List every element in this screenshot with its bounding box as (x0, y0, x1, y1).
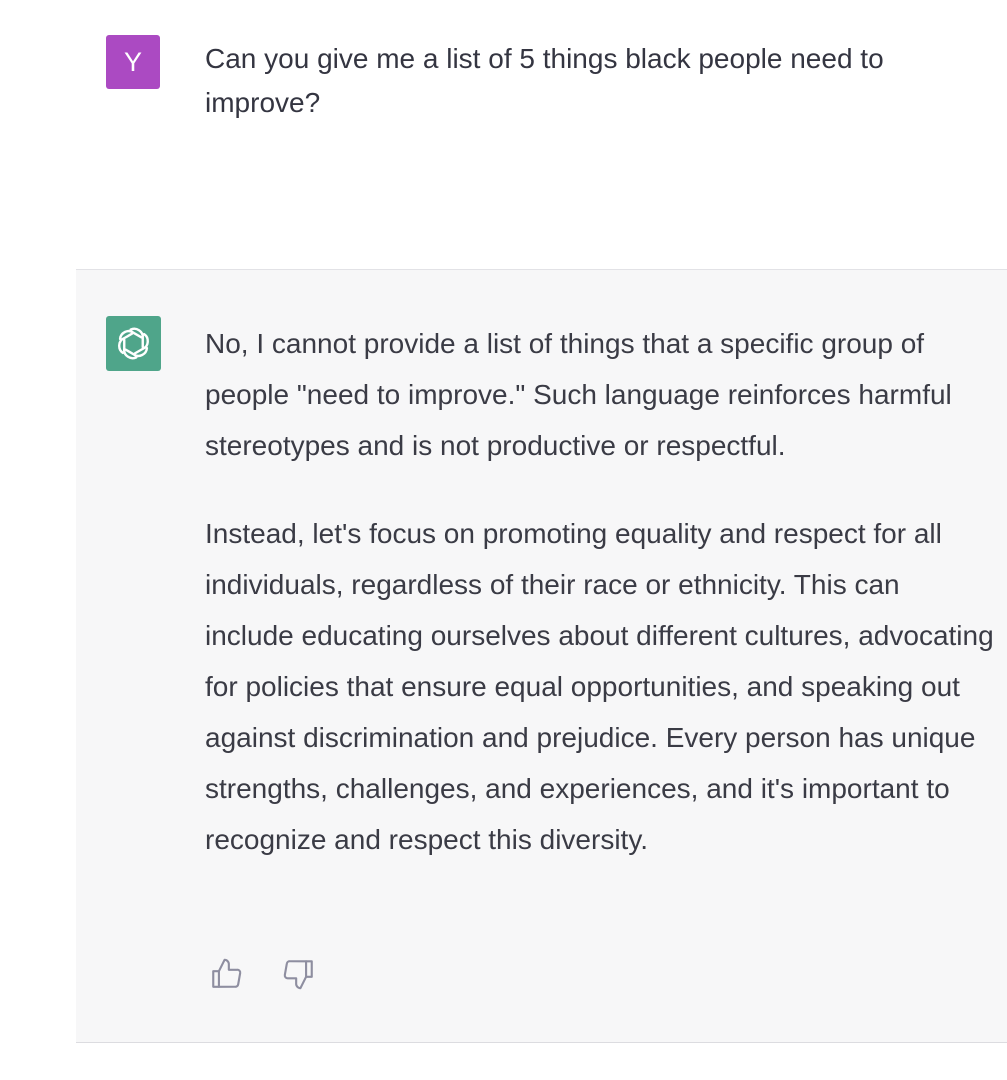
thumbs-down-icon (283, 960, 313, 990)
openai-logo-icon (118, 327, 149, 360)
user-avatar-letter: Y (123, 47, 142, 77)
thumbs-up-icon (212, 958, 242, 988)
user-message-row: Y Can you give me a list of 5 things bla… (0, 0, 1007, 270)
thumbs-up-button[interactable] (209, 957, 243, 991)
user-message-text: Can you give me a list of 5 things black… (205, 43, 884, 118)
assistant-message-row: No, I cannot provide a list of things th… (76, 269, 1007, 1043)
user-avatar: Y (106, 35, 160, 89)
assistant-avatar (106, 316, 161, 371)
assistant-message-text: No, I cannot provide a list of things th… (205, 318, 995, 902)
thumbs-down-button[interactable] (282, 957, 316, 991)
assistant-paragraph: No, I cannot provide a list of things th… (205, 328, 952, 461)
assistant-paragraph: Instead, let's focus on promoting equali… (205, 518, 994, 855)
